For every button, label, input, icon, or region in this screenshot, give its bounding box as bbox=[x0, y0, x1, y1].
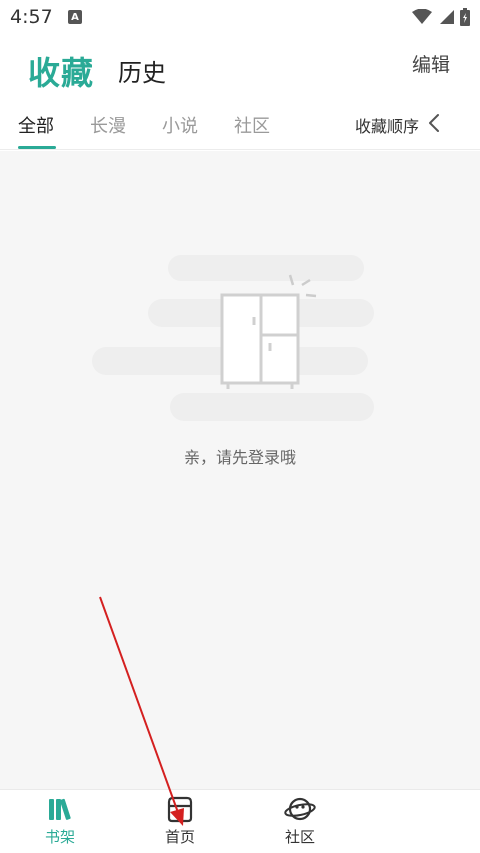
edit-button[interactable]: 编辑 bbox=[412, 50, 450, 77]
content-area: 亲，请先登录哦 bbox=[0, 151, 480, 789]
nav-home-label: 首页 bbox=[164, 828, 195, 846]
tab-long-comics[interactable]: 长漫 bbox=[90, 112, 126, 138]
nav-bookshelf-label: 书架 bbox=[44, 828, 75, 846]
status-bar: 4:57 A bbox=[0, 0, 480, 34]
history-title[interactable]: 历史 bbox=[118, 53, 166, 88]
status-time: 4:57 bbox=[10, 6, 53, 28]
battery-icon bbox=[460, 8, 470, 26]
login-prompt-text: 亲，请先登录哦 bbox=[183, 448, 296, 467]
home-icon bbox=[167, 796, 193, 823]
planet-icon bbox=[284, 797, 316, 821]
app-screen: 4:57 A 收藏 历史 编辑 全部 长漫 小说 社区 收藏顺序 亲，请先登录哦… bbox=[0, 0, 480, 853]
tab-all[interactable]: 全部 bbox=[18, 112, 54, 138]
favorites-title[interactable]: 收藏 bbox=[28, 48, 94, 94]
header: 收藏 历史 编辑 bbox=[0, 34, 480, 100]
nav-bookshelf[interactable]: 书架 bbox=[20, 794, 100, 847]
tab-novels[interactable]: 小说 bbox=[162, 112, 198, 138]
bottom-navigation: 书架 首页 社区 bbox=[0, 789, 480, 853]
active-tab-indicator bbox=[18, 146, 56, 149]
nav-community[interactable]: 社区 bbox=[260, 794, 340, 847]
nav-community-label: 社区 bbox=[284, 828, 315, 846]
chevron-left-icon[interactable] bbox=[426, 112, 442, 134]
tab-community[interactable]: 社区 bbox=[234, 112, 270, 138]
wifi-icon bbox=[412, 9, 432, 24]
signal-icon bbox=[440, 10, 454, 24]
status-right bbox=[412, 8, 470, 26]
a-icon: A bbox=[68, 10, 82, 24]
sort-order-button[interactable]: 收藏顺序 bbox=[355, 113, 419, 137]
bookshelf-icon bbox=[49, 798, 71, 820]
nav-home[interactable]: 首页 bbox=[140, 794, 220, 847]
filter-tabs: 全部 长漫 小说 社区 收藏顺序 bbox=[0, 100, 480, 150]
cabinet-icon bbox=[92, 255, 374, 421]
